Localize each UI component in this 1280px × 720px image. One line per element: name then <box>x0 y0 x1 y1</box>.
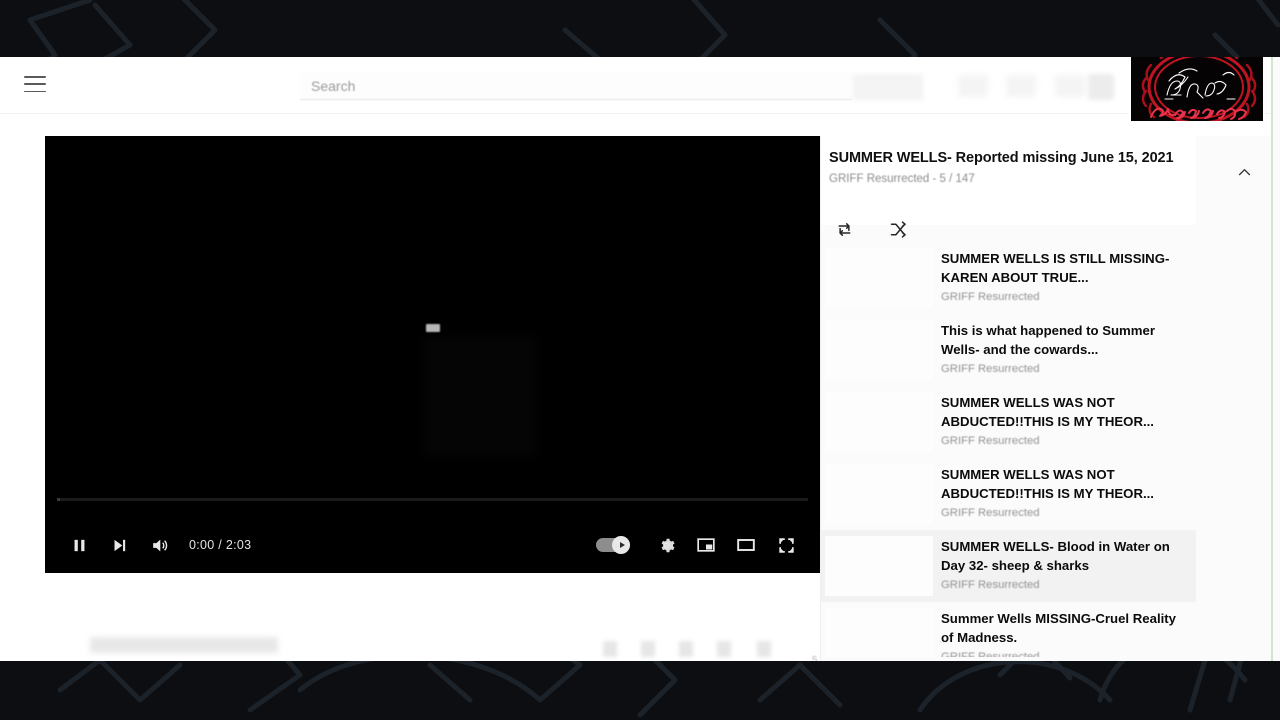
list-item-meta: This is what happened to Summer Wells- a… <box>933 320 1188 380</box>
list-item-channel: GRIFF Resurrected <box>941 291 1040 304</box>
avatar[interactable] <box>1088 74 1114 100</box>
header-icon-create[interactable] <box>958 75 988 97</box>
header-icon-notifications[interactable] <box>1055 75 1085 97</box>
video-thumbnail <box>825 248 933 308</box>
time-display: 0:00 / 2:03 <box>189 538 252 552</box>
video-thumbnail <box>825 608 933 661</box>
search-submit-button[interactable] <box>853 74 923 100</box>
list-item-title: SUMMER WELLS WAS NOT ABDUCTED!!THIS IS M… <box>941 467 1154 502</box>
video-title-placeholder <box>90 637 278 653</box>
list-item-title: SUMMER WELLS IS STILL MISSING- KAREN ABO… <box>941 251 1170 286</box>
loop-icon[interactable] <box>829 214 859 244</box>
video-thumbnail <box>825 464 933 524</box>
like-icon-placeholder[interactable] <box>603 641 617 657</box>
search-input[interactable] <box>300 72 852 100</box>
logo-artwork <box>1131 57 1263 121</box>
list-item-title: Summer Wells MISSING-Cruel Reality of Ma… <box>941 611 1176 646</box>
player-controls-right <box>596 525 806 565</box>
share-icon-placeholder[interactable] <box>679 641 693 657</box>
next-track-icon[interactable] <box>99 525 139 565</box>
window-right-strip <box>1273 57 1280 661</box>
list-item-channel: GRIFF Resurrected <box>941 507 1040 520</box>
progress-bar-fill <box>57 498 60 501</box>
volume-on-icon[interactable] <box>139 525 179 565</box>
playlist-toolbar <box>829 214 913 244</box>
video-thumbnail <box>825 536 933 596</box>
list-item-meta: Summer Wells MISSING-Cruel Reality of Ma… <box>933 608 1188 661</box>
header-icon-apps[interactable] <box>1006 75 1036 97</box>
playlist-title: SUMMER WELLS- Reported missing June 15, … <box>829 150 1174 166</box>
autoplay-toggle[interactable] <box>596 536 630 554</box>
list-item[interactable]: SUMMER WELLS WAS NOT ABDUCTED!!THIS IS M… <box>821 458 1196 530</box>
search-box[interactable] <box>300 72 852 100</box>
video-thumbnail <box>825 392 933 452</box>
list-item-active[interactable]: SUMMER WELLS- Blood in Water on Day 32- … <box>821 530 1196 602</box>
playlist-header: SUMMER WELLS- Reported missing June 15, … <box>821 136 1250 225</box>
hamburger-bar <box>24 90 46 92</box>
gear-icon[interactable] <box>646 525 686 565</box>
progress-bar[interactable] <box>57 498 808 501</box>
loading-indicator <box>425 324 440 333</box>
fullscreen-icon[interactable] <box>766 525 806 565</box>
miniplayer-icon[interactable] <box>686 525 726 565</box>
comment-count: 5 <box>812 655 818 661</box>
list-item[interactable]: SUMMER WELLS IS STILL MISSING- KAREN ABO… <box>821 242 1196 314</box>
video-player[interactable]: 0:00 / 2:03 <box>45 136 820 573</box>
list-item-meta: SUMMER WELLS WAS NOT ABDUCTED!!THIS IS M… <box>933 392 1188 452</box>
browser-page: 0:00 / 2:03 <box>0 57 1280 661</box>
list-item-channel: GRIFF Resurrected <box>941 435 1040 448</box>
list-item-meta: SUMMER WELLS- Blood in Water on Day 32- … <box>933 536 1188 596</box>
list-item[interactable]: Summer Wells MISSING-Cruel Reality of Ma… <box>821 602 1196 661</box>
playlist-panel: SUMMER WELLS- Reported missing June 15, … <box>820 136 1272 661</box>
hamburger-bar <box>24 83 46 85</box>
video-thumbnail <box>825 320 933 380</box>
list-item[interactable]: SUMMER WELLS WAS NOT ABDUCTED!!THIS IS M… <box>821 386 1196 458</box>
playlist-subtitle: GRIFF Resurrected - 5 / 147 <box>829 173 975 186</box>
list-item-meta: SUMMER WELLS WAS NOT ABDUCTED!!THIS IS M… <box>933 464 1188 524</box>
pause-icon[interactable] <box>59 525 99 565</box>
list-item-title: SUMMER WELLS- Blood in Water on Day 32- … <box>941 539 1170 574</box>
list-item[interactable]: This is what happened to Summer Wells- a… <box>821 314 1196 386</box>
list-item-channel: GRIFF Resurrected <box>941 363 1040 376</box>
dislike-icon-placeholder[interactable] <box>641 641 655 657</box>
griff-resurrected-logo[interactable] <box>1129 57 1265 123</box>
hamburger-menu-icon[interactable] <box>24 74 48 94</box>
more-icon-placeholder[interactable] <box>757 641 771 657</box>
video-frame-artifact <box>425 336 535 456</box>
player-controls: 0:00 / 2:03 <box>45 517 820 573</box>
playlist-items[interactable]: SUMMER WELLS IS STILL MISSING- KAREN ABO… <box>821 242 1196 661</box>
site-header <box>0 57 1280 114</box>
list-item-channel: GRIFF Resurrected <box>941 579 1040 592</box>
chevron-up-icon[interactable] <box>1230 158 1258 186</box>
list-item-title: This is what happened to Summer Wells- a… <box>941 323 1155 358</box>
list-item-title: SUMMER WELLS WAS NOT ABDUCTED!!THIS IS M… <box>941 395 1154 430</box>
hamburger-bar <box>24 76 46 78</box>
autoplay-toggle-knob <box>612 536 630 554</box>
save-icon-placeholder[interactable] <box>717 641 731 657</box>
list-item-meta: SUMMER WELLS IS STILL MISSING- KAREN ABO… <box>933 248 1188 308</box>
playlist-bottom-edge <box>821 657 1272 661</box>
video-stage[interactable] <box>45 136 820 573</box>
shuffle-icon[interactable] <box>883 214 913 244</box>
theater-mode-icon[interactable] <box>726 525 766 565</box>
